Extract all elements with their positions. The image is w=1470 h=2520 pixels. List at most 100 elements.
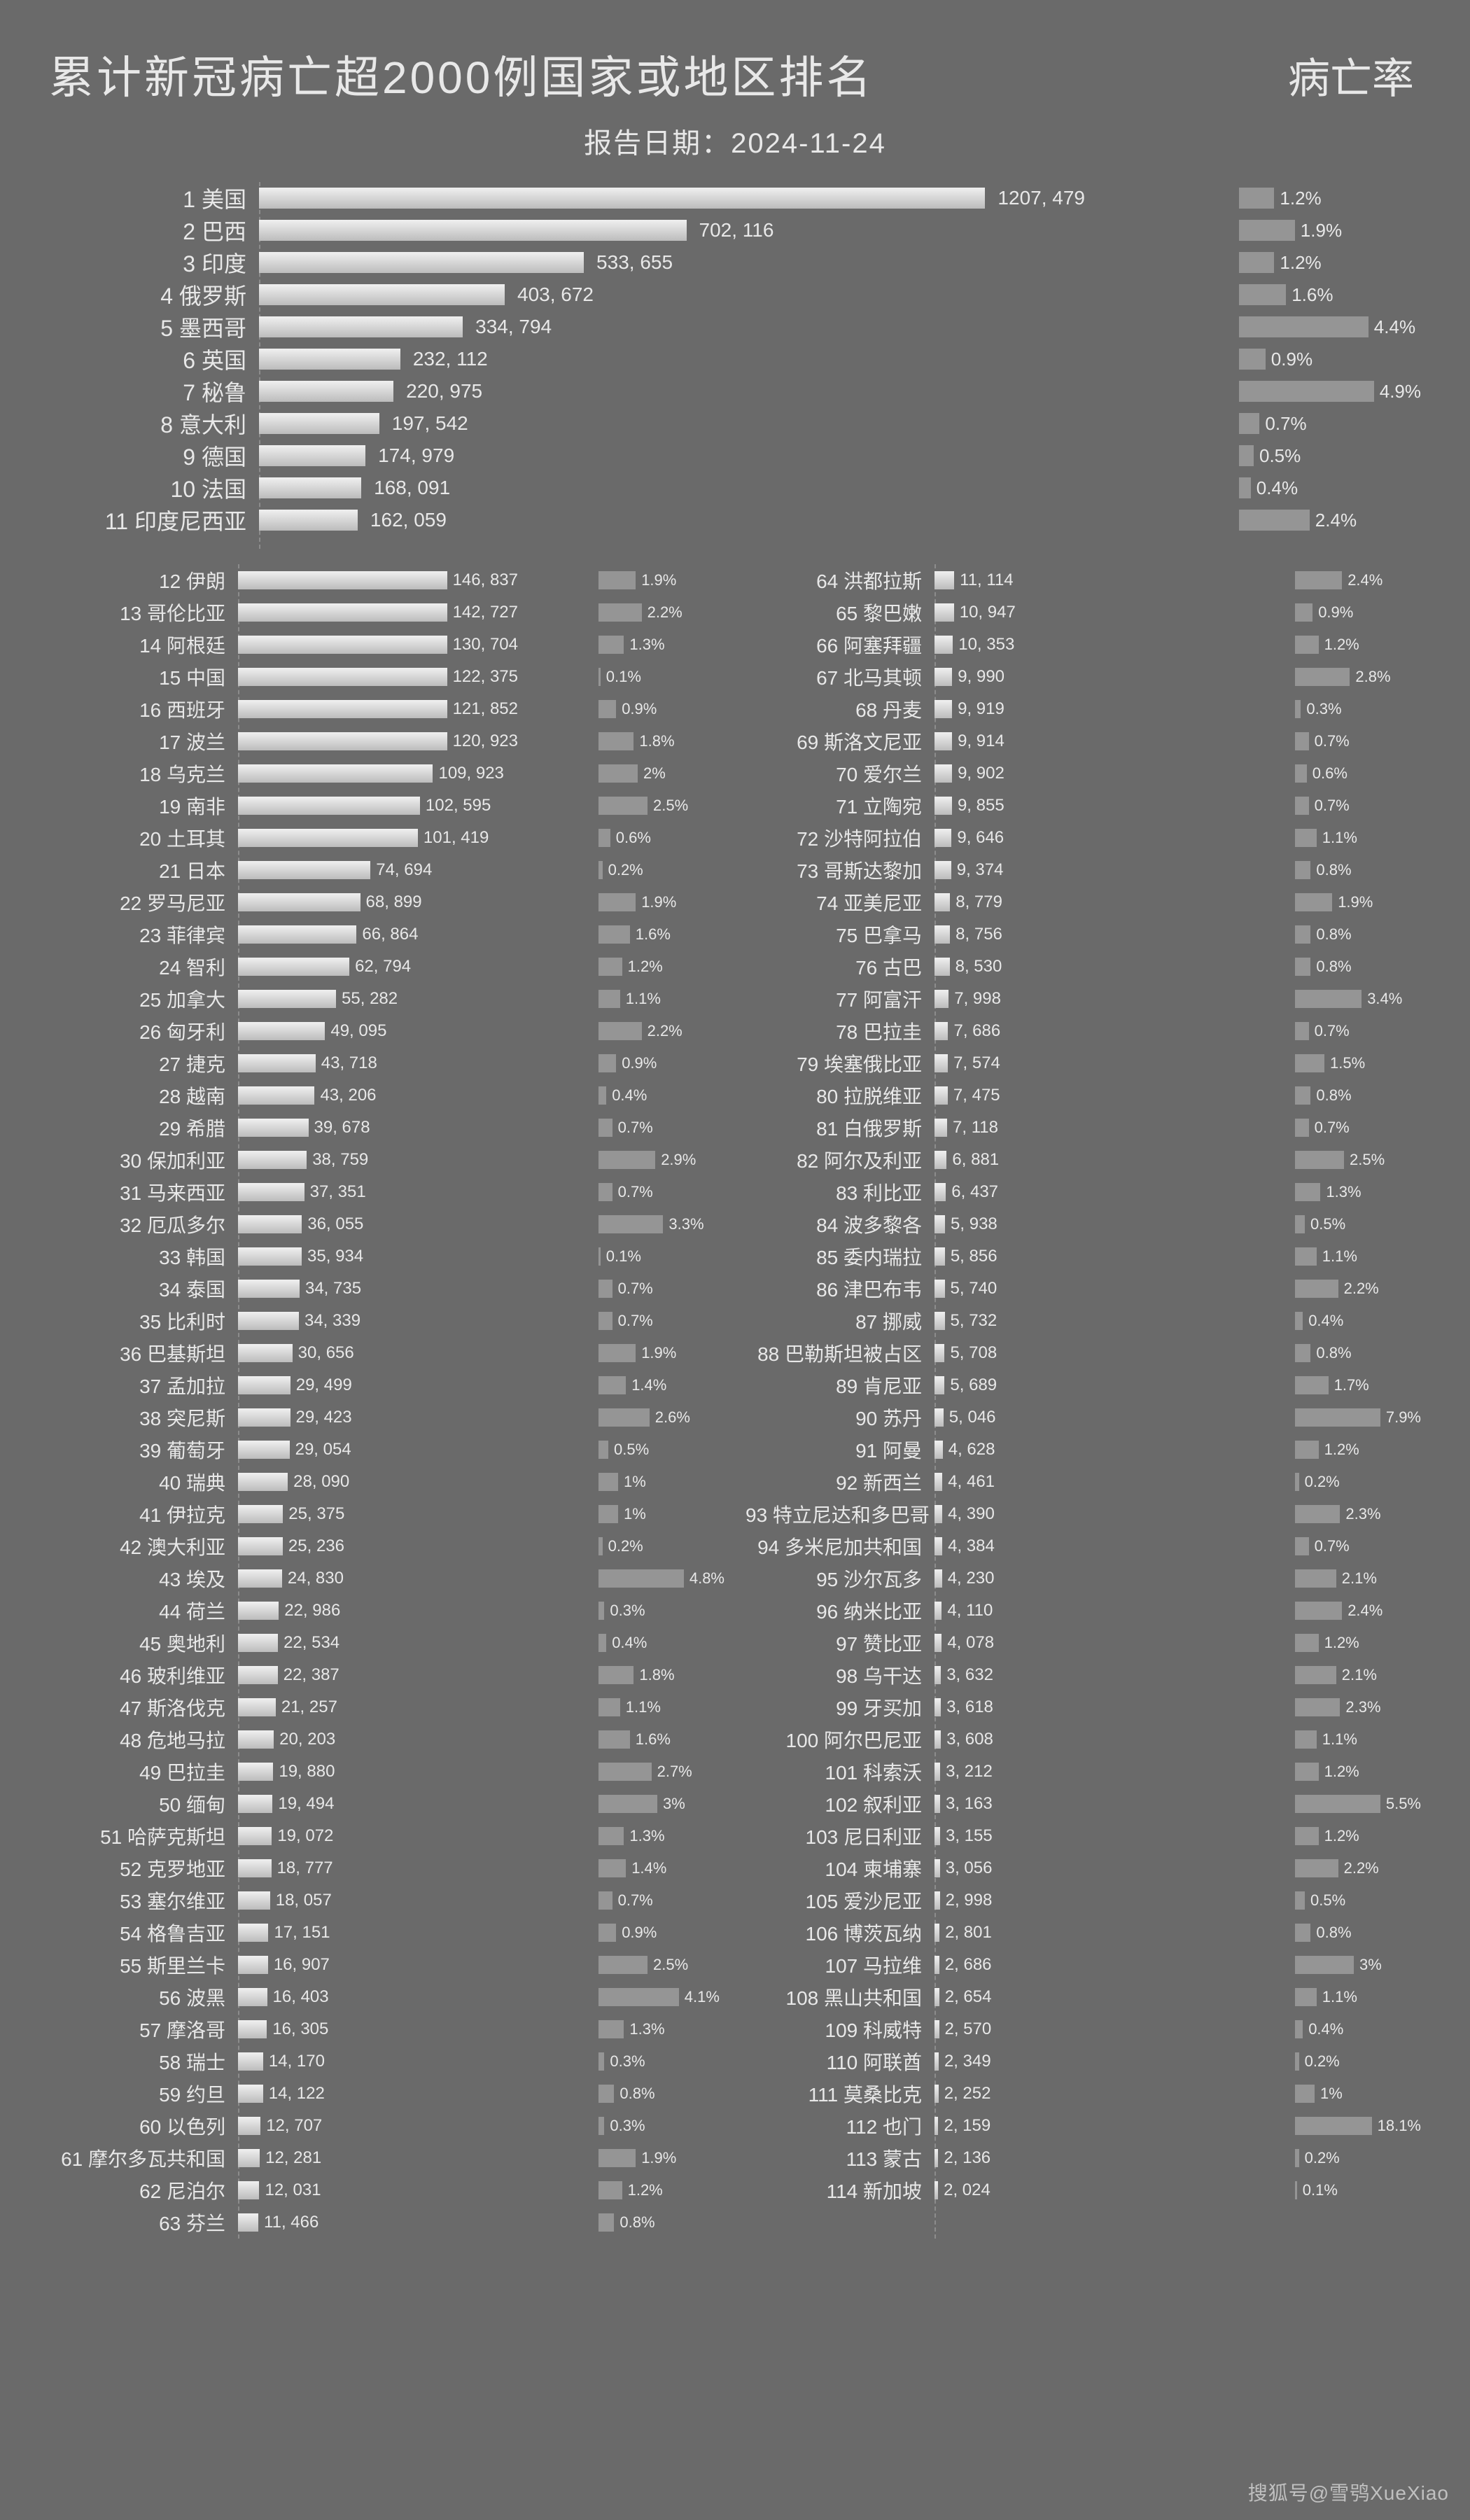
rank-name: 61 摩尔多瓦共和国 <box>49 2144 238 2172</box>
rate-bar <box>598 1151 655 1169</box>
bar-cell: 10, 947 <box>934 603 1214 622</box>
bar-cell: 29, 423 <box>238 1408 518 1427</box>
bar-cell: 4, 461 <box>934 1473 1214 1491</box>
value-label: 29, 499 <box>296 1376 352 1395</box>
rate-label: 0.7% <box>618 1312 653 1330</box>
rank-name: 28 越南 <box>49 1082 238 1110</box>
rate-cell: 1.7% <box>1295 1376 1421 1394</box>
chart-row: 78 巴拉圭7, 6860.7% <box>746 1015 1421 1047</box>
rate-bar <box>1295 1505 1340 1523</box>
rate-label: 1.1% <box>626 990 661 1008</box>
rate-cell: 1.9% <box>1239 220 1421 241</box>
rate-label: 1.5% <box>1330 1054 1365 1072</box>
chart-row: 90 苏丹5, 0467.9% <box>746 1401 1421 1434</box>
bar-cell: 68, 899 <box>238 893 518 911</box>
watermark: 搜狐号@雪鸮XueXiao <box>1248 2478 1449 2506</box>
chart-row: 42 澳大利亚25, 2360.2% <box>49 1530 724 1562</box>
rate-cell: 1.1% <box>598 990 724 1008</box>
value-label: 4, 390 <box>948 1504 995 1524</box>
rate-bar <box>598 2020 624 2038</box>
rank-name: 26 匈牙利 <box>49 1017 238 1045</box>
value-label: 121, 852 <box>453 699 518 719</box>
rate-bar <box>598 1215 663 1233</box>
chart-row: 52 克罗地亚18, 7771.4% <box>49 1852 724 1884</box>
rate-cell: 1.3% <box>598 1827 724 1845</box>
rank-name: 23 菲律宾 <box>49 920 238 948</box>
value-label: 10, 947 <box>960 603 1016 622</box>
rate-cell: 1.2% <box>598 958 724 976</box>
rate-bar <box>1295 1666 1336 1684</box>
bar <box>934 1119 947 1137</box>
left-column: 12 伊朗146, 8371.9%13 哥伦比亚142, 7272.2%14 阿… <box>49 564 724 2239</box>
rate-cell: 2.4% <box>1295 1602 1421 1620</box>
rate-label: 3.4% <box>1367 990 1402 1008</box>
rate-cell: 1.9% <box>1295 893 1421 911</box>
rank-name: 98 乌干达 <box>746 1661 934 1689</box>
chart-row: 66 阿塞拜疆10, 3531.2% <box>746 629 1421 661</box>
chart-row: 13 哥伦比亚142, 7272.2% <box>49 596 724 629</box>
value-label: 8, 756 <box>955 925 1002 944</box>
bar <box>238 571 447 589</box>
rate-bar <box>1295 1183 1320 1201</box>
bar-cell: 2, 349 <box>934 2052 1214 2071</box>
rate-cell: 0.8% <box>598 2085 724 2103</box>
rate-cell: 0.7% <box>1295 1119 1421 1137</box>
rate-cell: 0.6% <box>1295 764 1421 783</box>
chart-row: 2 巴西702, 1161.9% <box>49 214 1421 246</box>
bar <box>934 571 954 589</box>
chart-row: 55 斯里兰卡16, 9072.5% <box>49 1949 724 1981</box>
bar <box>934 1795 940 1813</box>
bar-cell: 533, 655 <box>259 252 1085 273</box>
rate-cell: 2.4% <box>1239 510 1421 531</box>
value-label: 66, 864 <box>362 925 418 944</box>
rate-label: 1.1% <box>1322 1730 1357 1749</box>
value-label: 21, 257 <box>281 1698 337 1717</box>
rank-name: 74 亚美尼亚 <box>746 888 934 916</box>
chart-row: 33 韩国35, 9340.1% <box>49 1240 724 1273</box>
value-label: 9, 374 <box>957 860 1004 880</box>
rate-cell: 1.9% <box>598 571 724 589</box>
value-label: 130, 704 <box>453 635 518 654</box>
chart-row: 22 罗马尼亚68, 8991.9% <box>49 886 724 918</box>
rate-label: 0.8% <box>1316 861 1351 879</box>
rate-bar <box>1295 1376 1329 1394</box>
value-label: 39, 678 <box>314 1118 370 1138</box>
rate-cell: 1% <box>598 1473 724 1491</box>
rank-name: 105 爱沙尼亚 <box>746 1886 934 1914</box>
rate-label: 1.8% <box>639 1666 674 1684</box>
rate-bar <box>598 1698 620 1716</box>
rate-bar <box>1239 413 1259 434</box>
value-label: 5, 046 <box>949 1408 996 1427</box>
bar <box>934 1602 941 1620</box>
value-label: 9, 990 <box>958 667 1004 687</box>
bar <box>934 2085 939 2103</box>
bar <box>934 732 952 750</box>
rank-name: 7 秘鲁 <box>49 375 259 407</box>
value-label: 38, 759 <box>312 1150 368 1170</box>
rate-bar <box>598 2052 604 2071</box>
rate-cell: 0.7% <box>1295 797 1421 815</box>
rate-label: 0.7% <box>618 1280 653 1298</box>
rank-name: 19 南非 <box>49 792 238 820</box>
rate-cell: 2.4% <box>1295 571 1421 589</box>
rank-name: 71 立陶宛 <box>746 792 934 820</box>
bar <box>934 636 953 654</box>
rate-label: 2.3% <box>1345 1698 1380 1716</box>
chart-row: 76 古巴8, 5300.8% <box>746 951 1421 983</box>
rate-bar <box>1295 1312 1303 1330</box>
value-label: 28, 090 <box>293 1472 349 1492</box>
bar-cell: 9, 990 <box>934 668 1214 686</box>
bar-cell: 2, 570 <box>934 2020 1214 2038</box>
rank-name: 43 埃及 <box>49 1564 238 1592</box>
bar <box>259 349 400 370</box>
rate-label: 0.2% <box>1305 2052 1340 2071</box>
bar <box>238 1344 293 1362</box>
bar <box>934 2149 938 2167</box>
rank-name: 88 巴勒斯坦被占区 <box>746 1339 934 1367</box>
rank-name: 10 法国 <box>49 472 259 504</box>
bar <box>934 1730 941 1749</box>
bar <box>238 603 447 622</box>
rank-name: 69 斯洛文尼亚 <box>746 727 934 755</box>
rate-label: 2.6% <box>655 1408 690 1427</box>
rate-bar <box>598 1924 616 1942</box>
